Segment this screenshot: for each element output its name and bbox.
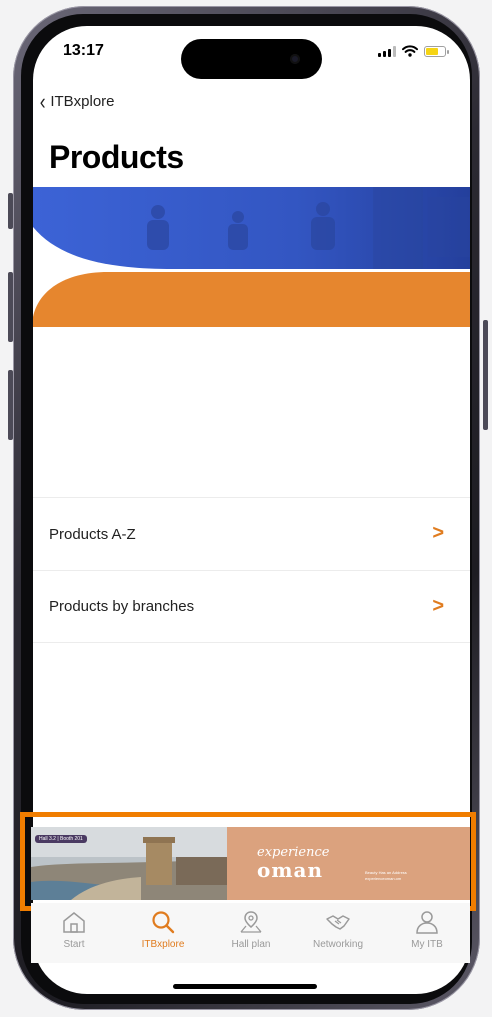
status-icons [378,45,449,57]
tab-label: Hall plan [231,939,271,950]
page-title: Products [49,139,184,175]
search-icon [152,911,175,934]
list-item-products-by-branches[interactable]: Products by branches > [33,570,470,643]
volume-down-button [8,370,13,440]
tab-networking[interactable]: Networking [298,909,378,950]
chevron-right-icon: > [432,522,444,544]
dynamic-island [181,39,322,79]
power-button [483,320,488,430]
chevron-right-icon: > [432,595,444,617]
map-icon [240,911,262,933]
home-icon [63,912,85,933]
tab-label: My ITB [411,939,443,950]
signal-icon [378,45,396,57]
list-item-products-a-z[interactable]: Products A-Z > [33,497,470,570]
action-button [8,193,13,229]
status-time: 13:17 [63,42,104,59]
wifi-icon [402,45,418,57]
tab-label: Networking [312,939,364,950]
tab-hall-plan[interactable]: Hall plan [211,909,291,950]
volume-up-button [8,272,13,342]
handshake-icon [326,915,350,930]
tab-bar: Start ITBxplore Hall plan Networking My … [31,903,470,963]
list-item-label: Products by branches [49,598,195,615]
tab-my-itb[interactable]: My ITB [387,909,467,950]
tab-start[interactable]: Start [34,909,114,950]
tab-label: Start [63,939,85,950]
battery-icon [424,45,449,57]
ad-highlight-frame [20,812,476,911]
user-icon [416,911,438,934]
camera-icon [290,54,300,64]
list-item-label: Products A-Z [49,525,136,543]
back-label: ITBxplore [50,93,115,110]
tab-label: ITBxplore [141,939,185,950]
chevron-left-icon: ‹ [39,89,46,114]
tab-itbxplore[interactable]: ITBxplore [123,909,203,950]
header-banner [33,187,470,327]
product-menu: Products A-Z > Products by branches > [33,497,470,643]
back-button[interactable]: ‹ ITBxplore [39,89,115,114]
home-indicator[interactable] [173,984,317,989]
